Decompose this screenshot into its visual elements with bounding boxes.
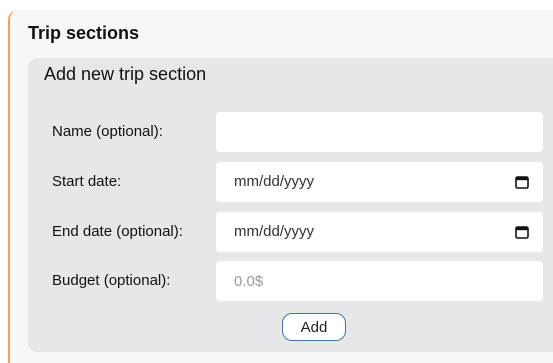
trip-sections-card: Trip sections Add new trip section Name … xyxy=(8,10,553,363)
start-date-input[interactable]: mm/dd/yyyy xyxy=(216,162,543,202)
budget-field-wrapper xyxy=(216,261,543,301)
section-title: Trip sections xyxy=(28,23,140,43)
name-row: Name (optional): xyxy=(28,112,553,152)
start-date-row: Start date: mm/dd/yyyy xyxy=(28,162,553,202)
name-label: Name (optional): xyxy=(52,123,163,140)
end-date-value: mm/dd/yyyy xyxy=(234,223,315,240)
name-input[interactable] xyxy=(216,112,543,152)
end-date-label: End date (optional): xyxy=(52,223,183,240)
add-button[interactable]: Add xyxy=(282,313,346,341)
calendar-icon[interactable] xyxy=(515,175,529,189)
budget-input[interactable] xyxy=(216,261,543,301)
end-date-input[interactable]: mm/dd/yyyy xyxy=(216,212,543,252)
start-date-value: mm/dd/yyyy xyxy=(234,173,315,190)
panel-title: Add new trip section xyxy=(44,64,207,84)
calendar-icon[interactable] xyxy=(515,225,529,239)
end-date-row: End date (optional): mm/dd/yyyy xyxy=(28,212,553,252)
start-date-label: Start date: xyxy=(52,173,122,190)
budget-row: Budget (optional): xyxy=(28,261,553,301)
budget-label: Budget (optional): xyxy=(52,272,171,289)
add-trip-section-panel: Add new trip section Name (optional): St… xyxy=(28,58,553,352)
name-field-wrapper xyxy=(216,112,543,152)
